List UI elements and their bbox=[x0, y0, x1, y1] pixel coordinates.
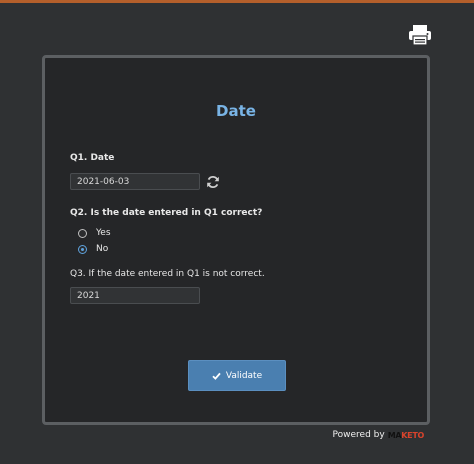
radio-yes-label: Yes bbox=[96, 228, 111, 238]
brand-logo[interactable]: MAKETO bbox=[387, 430, 425, 440]
validate-button[interactable]: Validate bbox=[188, 360, 286, 391]
brand-main: MA bbox=[387, 430, 402, 440]
q1-date-input[interactable]: 2021-06-03 bbox=[70, 173, 200, 190]
q2-option-yes[interactable]: Yes bbox=[78, 226, 111, 240]
form-card: Date Q1. Date 2021-06-03 Q2. Is the date… bbox=[42, 55, 430, 425]
refresh-button[interactable] bbox=[206, 174, 220, 189]
print-button[interactable] bbox=[408, 25, 432, 46]
print-icon bbox=[409, 25, 431, 46]
q3-label: Q3. If the date entered in Q1 is not cor… bbox=[70, 269, 265, 279]
q2-option-no[interactable]: No bbox=[78, 242, 108, 256]
refresh-icon bbox=[207, 175, 219, 189]
q2-label: Q2. Is the date entered in Q1 correct? bbox=[70, 208, 263, 218]
q3-input[interactable]: 2021 bbox=[70, 287, 200, 304]
radio-no[interactable] bbox=[78, 244, 87, 254]
powered-by-footer: Powered by MAKETO bbox=[332, 430, 425, 440]
form-title: Date bbox=[216, 102, 256, 120]
validate-label: Validate bbox=[225, 370, 263, 381]
powered-by-text: Powered by bbox=[332, 430, 385, 440]
check-icon bbox=[212, 372, 221, 380]
top-accent-strip bbox=[0, 0, 474, 3]
q1-label: Q1. Date bbox=[70, 153, 115, 163]
radio-no-label: No bbox=[96, 244, 109, 254]
radio-yes[interactable] bbox=[78, 228, 87, 238]
brand-accent: KETO bbox=[401, 430, 424, 440]
